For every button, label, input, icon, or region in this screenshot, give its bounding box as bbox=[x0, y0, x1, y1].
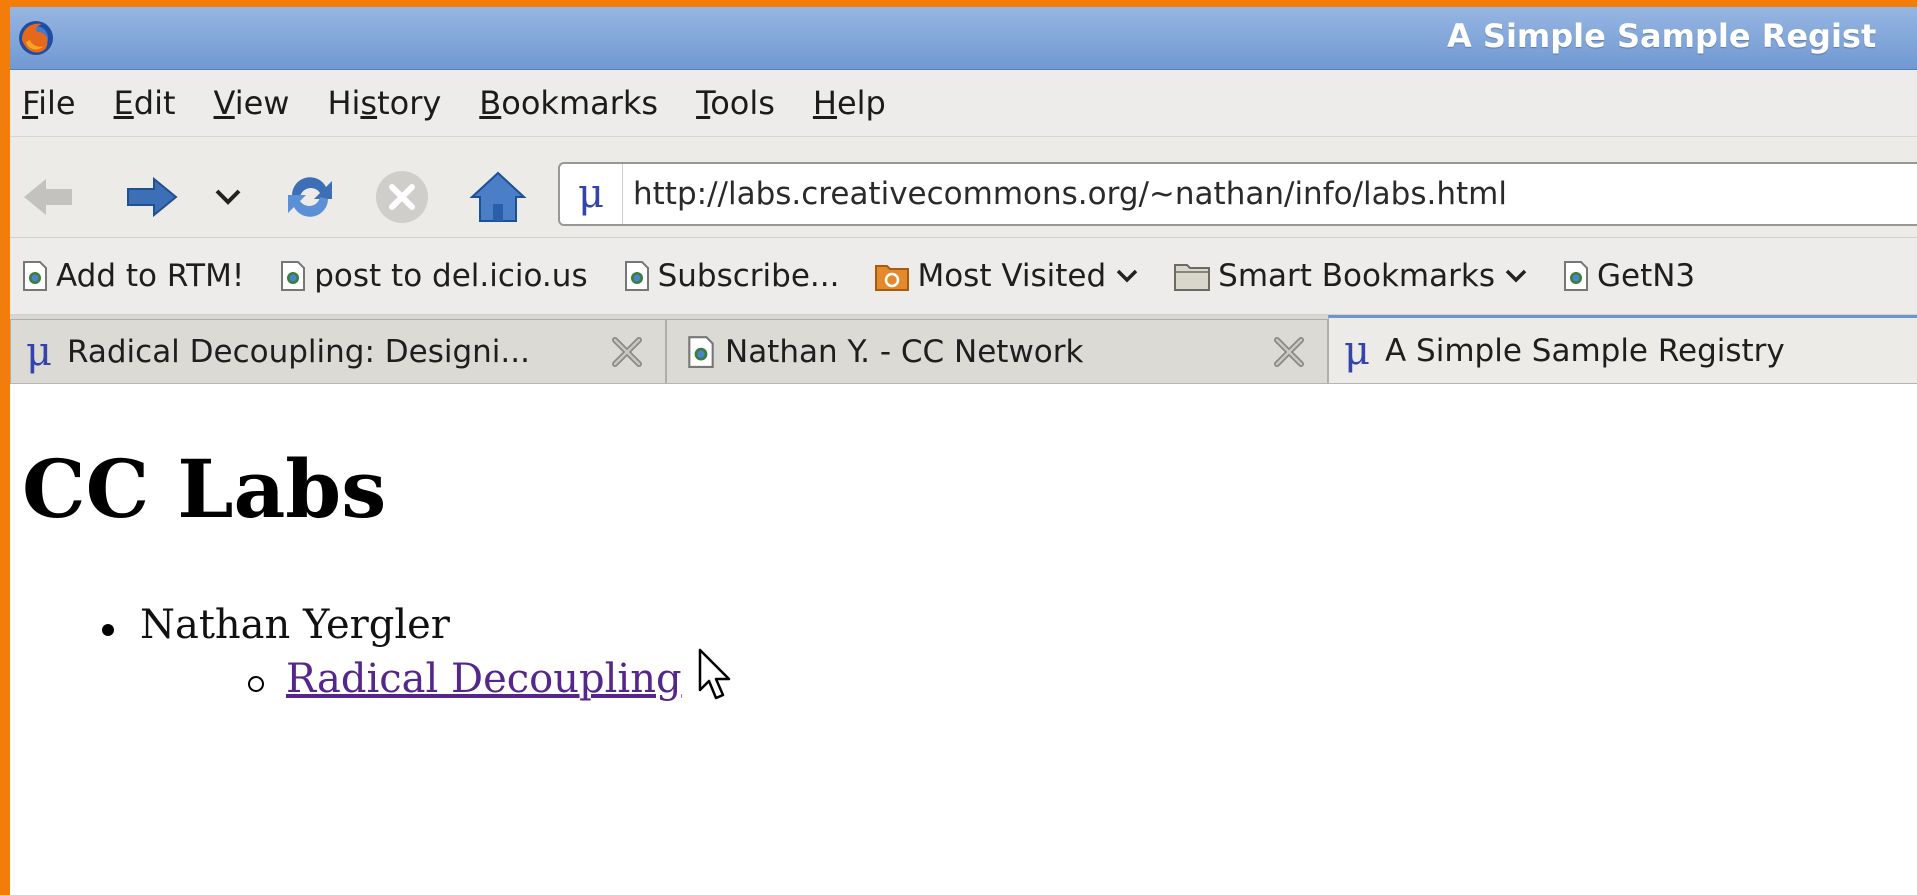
bookmark-folder-smart-bookmarks[interactable]: Smart Bookmarks bbox=[1174, 258, 1527, 294]
bookmark-subscribe[interactable]: Subscribe... bbox=[624, 258, 839, 294]
tab-label: Radical Decoupling: Designi... bbox=[67, 333, 530, 370]
tab-strip: μ Radical Decoupling: Designi... Nathan … bbox=[10, 315, 1917, 384]
firefox-logo-icon[interactable] bbox=[16, 18, 56, 58]
chevron-down-icon bbox=[215, 189, 241, 205]
list-item-person: Nathan Yergler Radical Decoupling bbox=[100, 602, 682, 702]
menu-file[interactable]: File bbox=[22, 84, 76, 122]
tab-radical-decoupling[interactable]: μ Radical Decoupling: Designi... bbox=[10, 319, 666, 383]
menu-edit[interactable]: Edit bbox=[114, 84, 176, 122]
site-favicon-icon: μ bbox=[560, 164, 623, 224]
menu-view[interactable]: View bbox=[214, 84, 290, 122]
chevron-down-icon bbox=[1505, 269, 1527, 283]
rss-folder-icon bbox=[875, 265, 910, 291]
tab-simple-sample-registry[interactable]: μ A Simple Sample Registry bbox=[1328, 315, 1917, 383]
back-arrow-icon bbox=[24, 179, 72, 215]
people-list: Nathan Yergler Radical Decoupling bbox=[100, 602, 682, 702]
page-heading: CC Labs bbox=[22, 442, 387, 536]
bookmark-page-icon bbox=[281, 261, 306, 291]
menu-tools[interactable]: Tools bbox=[696, 84, 775, 122]
menu-bar: File Edit View History Bookmarks Tools H… bbox=[10, 70, 1917, 137]
forward-button[interactable] bbox=[122, 167, 182, 227]
reload-icon bbox=[288, 177, 332, 217]
stop-button[interactable] bbox=[372, 167, 432, 227]
projects-list: Radical Decoupling bbox=[140, 656, 682, 702]
menu-help[interactable]: Help bbox=[813, 84, 886, 122]
bookmark-page-icon bbox=[1563, 261, 1588, 291]
bookmark-page-icon bbox=[23, 261, 47, 291]
title-bar: A Simple Sample Regist bbox=[10, 7, 1917, 70]
bookmarks-toolbar: Add to RTM! post to del.icio.us Subscrib… bbox=[10, 238, 1917, 315]
close-tab-icon[interactable] bbox=[1271, 334, 1307, 370]
site-favicon-icon: μ bbox=[26, 328, 52, 375]
bookmark-page-icon bbox=[624, 261, 649, 291]
mouse-cursor-icon bbox=[698, 648, 731, 700]
site-favicon-icon: μ bbox=[1344, 327, 1370, 374]
back-button[interactable] bbox=[18, 167, 78, 227]
folder-icon bbox=[1174, 264, 1211, 291]
page-content: CC Labs Nathan Yergler Radical Decouplin… bbox=[10, 384, 1917, 884]
chevron-down-icon bbox=[1116, 269, 1138, 283]
radical-decoupling-link[interactable]: Radical Decoupling bbox=[286, 656, 682, 702]
bookmark-page-icon bbox=[688, 335, 714, 368]
menu-history[interactable]: History bbox=[327, 84, 441, 122]
url-bar[interactable]: μ http://labs.creativecommons.org/~natha… bbox=[558, 162, 1917, 226]
tab-label: A Simple Sample Registry bbox=[1385, 332, 1785, 369]
bookmark-getn3[interactable]: GetN3 bbox=[1563, 258, 1695, 294]
bookmark-add-to-rtm[interactable]: Add to RTM! bbox=[22, 258, 244, 294]
menu-bookmarks[interactable]: Bookmarks bbox=[479, 84, 658, 122]
stop-icon bbox=[376, 171, 428, 223]
bookmark-folder-most-visited[interactable]: Most Visited bbox=[875, 258, 1138, 294]
forward-arrow-icon bbox=[127, 176, 178, 218]
window-title: A Simple Sample Regist bbox=[1447, 17, 1877, 55]
bookmark-post-to-delicious[interactable]: post to del.icio.us bbox=[280, 258, 588, 294]
home-icon bbox=[469, 171, 527, 222]
navigation-toolbar: μ http://labs.creativecommons.org/~natha… bbox=[10, 137, 1917, 238]
tab-label: Nathan Y. - CC Network bbox=[725, 333, 1084, 370]
url-text[interactable]: http://labs.creativecommons.org/~nathan/… bbox=[623, 176, 1507, 212]
home-button[interactable] bbox=[468, 167, 528, 227]
tab-nathan-cc-network[interactable]: Nathan Y. - CC Network bbox=[666, 319, 1328, 383]
history-dropdown-button[interactable] bbox=[208, 167, 248, 227]
reload-button[interactable] bbox=[280, 167, 340, 227]
person-name: Nathan Yergler bbox=[140, 602, 450, 648]
list-item-project: Radical Decoupling bbox=[140, 656, 682, 702]
close-tab-icon[interactable] bbox=[609, 334, 645, 370]
browser-window: A Simple Sample Regist File Edit View Hi… bbox=[10, 7, 1917, 895]
